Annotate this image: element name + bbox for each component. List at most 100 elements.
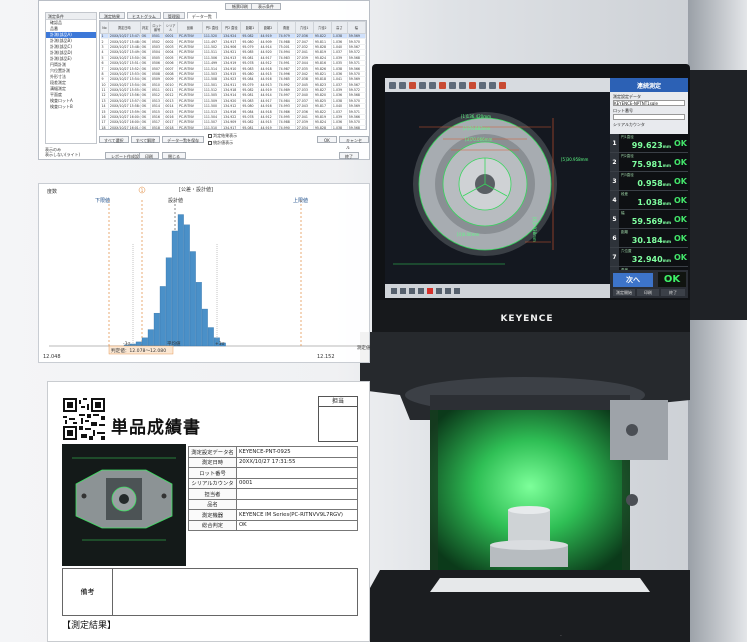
status-icon[interactable] bbox=[454, 288, 460, 294]
status-icon[interactable] bbox=[409, 288, 415, 294]
column-header[interactable]: 判定 bbox=[139, 21, 151, 34]
histogram-bar bbox=[195, 282, 202, 347]
save-list-button[interactable]: データ一覧を保存 bbox=[162, 136, 205, 143]
measurement-body: 幅 59.569mm bbox=[619, 210, 674, 228]
ok-button[interactable]: OK bbox=[317, 136, 337, 143]
display-condition-button[interactable]: 表示条件 bbox=[251, 3, 281, 10]
tool-icon[interactable] bbox=[439, 81, 446, 89]
measurement-row[interactable]: 7 穴位置 32.940mm OK bbox=[610, 248, 688, 267]
tool-icon[interactable] bbox=[419, 81, 426, 89]
histogram-bar bbox=[147, 329, 154, 347]
measurement-name: 円2直径 bbox=[621, 154, 634, 158]
tool-icon[interactable] bbox=[489, 81, 496, 89]
table-cell: 20XX/10/27 15:52:23 bbox=[108, 65, 141, 72]
status-icon[interactable] bbox=[445, 288, 451, 294]
column-header[interactable]: No bbox=[100, 21, 109, 34]
report-field-value: 20XX/10/27 17:31:55 bbox=[236, 456, 358, 468]
histogram-window: 度数 [公差・設計値] 下限値 設計値 上限値 1 平均値 +3σ -3σ 判定値：12.078〜… bbox=[38, 183, 371, 363]
column-header[interactable]: 距離1 bbox=[240, 21, 260, 34]
tab-data-list[interactable]: データ一覧 bbox=[186, 12, 217, 19]
measurement-value: 0.958 bbox=[637, 179, 663, 188]
cancel-button[interactable]: キャンセル bbox=[339, 136, 369, 150]
record-icon[interactable] bbox=[427, 288, 433, 294]
table-cell: 44.919 bbox=[258, 125, 278, 129]
tool-icon[interactable] bbox=[409, 81, 416, 89]
column-header[interactable]: 高さ bbox=[330, 21, 348, 34]
tab-histogram[interactable]: ヒストグラム bbox=[127, 12, 161, 19]
judge-checkbox[interactable] bbox=[208, 134, 213, 138]
table-row[interactable]: 1820XX/10/27 16:01:44OK05180018PC-RITNV1… bbox=[100, 125, 366, 129]
column-header[interactable]: ロット番号 bbox=[149, 21, 165, 34]
measurement-value: 75.981 bbox=[631, 160, 663, 169]
measurement-row[interactable]: 2 円2直径 75.981mm OK bbox=[610, 153, 688, 172]
tab-control-chart[interactable]: 管理図 bbox=[162, 12, 185, 19]
start-button[interactable]: 測定開始 bbox=[613, 289, 635, 296]
measurement-row[interactable]: 4 段差 1.038mm OK bbox=[610, 191, 688, 210]
histogram-bar bbox=[189, 251, 196, 347]
setting-data-field[interactable]: KEYENCE-NPTNT1sgle bbox=[613, 100, 685, 106]
column-header[interactable]: 穴径1 bbox=[294, 21, 314, 34]
tool-icon[interactable] bbox=[399, 81, 406, 89]
lot-number-field[interactable] bbox=[613, 114, 685, 120]
measurement-number: 2 bbox=[610, 153, 619, 171]
measurement-value-wrap: 32.940mm bbox=[632, 255, 671, 264]
qr-code-icon bbox=[63, 398, 105, 440]
measurement-judge: OK bbox=[674, 176, 687, 186]
measurement-body: 距離 30.184mm bbox=[619, 229, 674, 247]
close-button[interactable]: 閉じる bbox=[162, 152, 186, 159]
report-field-value: KEYENCE-PNT-0925 bbox=[236, 446, 358, 458]
next-button[interactable]: 次へ bbox=[613, 273, 653, 287]
svg-text:KEYENCE: KEYENCE bbox=[500, 314, 553, 324]
tool-icon[interactable] bbox=[499, 81, 506, 89]
status-icon[interactable] bbox=[391, 288, 397, 294]
measurement-number: 5 bbox=[610, 210, 619, 228]
column-header[interactable]: 幅 bbox=[346, 21, 366, 34]
tool-icon[interactable] bbox=[449, 81, 456, 89]
table-cell: 1.038 bbox=[331, 125, 348, 129]
table-cell: 20XX/10/27 15:47:17 bbox=[108, 33, 141, 40]
measurement-body: 段差 1.038mm bbox=[619, 191, 674, 209]
upper-limit-label: 上限値 bbox=[293, 197, 308, 204]
measurement-row[interactable]: 6 距離 30.184mm OK bbox=[610, 229, 688, 248]
measurement-row[interactable]: 1 円1直径 99.623mm OK bbox=[610, 134, 688, 153]
measurement-judge: OK bbox=[674, 195, 687, 205]
column-header[interactable]: 角度 bbox=[276, 21, 296, 34]
measurement-row[interactable]: 5 幅 59.569mm OK bbox=[610, 210, 688, 229]
column-header[interactable]: 円1 直径 bbox=[201, 21, 223, 34]
measurement-name: 距離 bbox=[621, 230, 628, 234]
print-button[interactable]: 印刷 bbox=[637, 289, 659, 296]
column-header[interactable]: 距離2 bbox=[258, 21, 278, 34]
report-field-row: 測定日時 20XX/10/27 17:31:55 bbox=[188, 456, 358, 468]
exit-button[interactable]: 終了 bbox=[339, 152, 359, 159]
stats-checkbox[interactable] bbox=[208, 141, 213, 145]
table-cell: 27.034 bbox=[295, 125, 314, 129]
tab-results[interactable]: 測定結果 bbox=[99, 12, 125, 19]
deselect-all-button[interactable]: すべて解除 bbox=[130, 136, 161, 143]
tool-icon[interactable] bbox=[459, 81, 466, 89]
table-cell: 134.917 bbox=[221, 125, 242, 129]
exit-button[interactable]: 終了 bbox=[661, 289, 685, 296]
column-header[interactable]: 円2 直径 bbox=[221, 21, 242, 34]
tree-item[interactable]: 検査ロットB bbox=[46, 104, 96, 110]
column-header[interactable]: シリアル bbox=[163, 21, 178, 34]
column-header[interactable]: 品番 bbox=[176, 21, 203, 34]
select-all-button[interactable]: すべて選択 bbox=[99, 136, 129, 143]
tool-icon[interactable] bbox=[389, 81, 396, 89]
tool-icon[interactable] bbox=[429, 81, 436, 89]
report-field-key: 測定設定データ名 bbox=[188, 446, 237, 458]
print-button[interactable]: 印刷 bbox=[139, 152, 159, 159]
column-header[interactable]: 穴径2 bbox=[312, 21, 332, 34]
table-cell: 20XX/10/27 16:00:02 bbox=[108, 114, 141, 121]
tool-icon[interactable] bbox=[469, 81, 476, 89]
part-photo bbox=[62, 444, 186, 566]
table-cell: PC-RITNV bbox=[177, 125, 203, 129]
status-icon[interactable] bbox=[400, 288, 406, 294]
column-header[interactable]: 測定日時 bbox=[107, 21, 141, 34]
status-icon[interactable] bbox=[418, 288, 424, 294]
measurement-body: 円2直径 75.981mm bbox=[619, 153, 674, 171]
measurement-row[interactable]: 3 円3直径 0.958mm OK bbox=[610, 172, 688, 191]
measurement-body: 円1直径 99.623mm bbox=[619, 134, 674, 152]
status-icon[interactable] bbox=[436, 288, 442, 294]
table-cell: 20XX/10/27 15:56:38 bbox=[108, 92, 141, 99]
tool-icon[interactable] bbox=[479, 81, 486, 89]
